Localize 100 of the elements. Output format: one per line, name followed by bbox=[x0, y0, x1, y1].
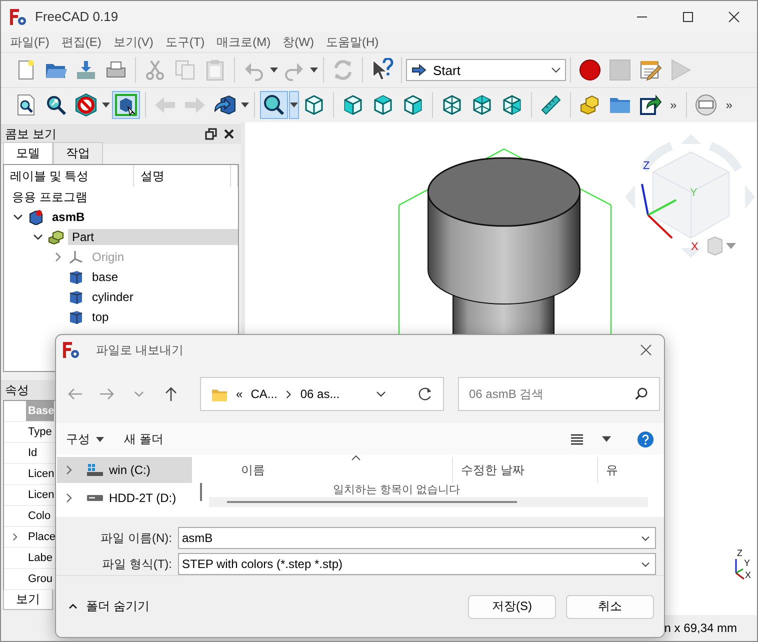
menu-item[interactable]: 매크로(M) bbox=[212, 34, 276, 50]
search-icon[interactable] bbox=[634, 387, 648, 401]
property-name[interactable]: Type bbox=[26, 422, 52, 442]
mini-axis-drawing bbox=[735, 559, 744, 580]
nav-pane-item[interactable]: win (C:) bbox=[57, 457, 192, 483]
close-icon[interactable] bbox=[728, 10, 740, 22]
menu-item[interactable]: 도구(T) bbox=[160, 34, 210, 50]
property-name[interactable]: Licen bbox=[26, 464, 54, 484]
arrow-icon bbox=[411, 64, 427, 76]
no-entry-icon[interactable] bbox=[74, 93, 98, 117]
breadcrumb-item[interactable]: 06 as... bbox=[300, 387, 340, 401]
scrollbar-thumb[interactable] bbox=[227, 501, 517, 503]
column-header: 설명 bbox=[134, 165, 231, 187]
scrollbar-thumb[interactable] bbox=[200, 483, 202, 501]
overflow-chevron[interactable]: » bbox=[665, 98, 682, 112]
property-name[interactable]: Place bbox=[26, 527, 56, 547]
hide-folders-toggle[interactable]: 폴더 숨기기 bbox=[68, 598, 458, 615]
chevron-down-icon[interactable] bbox=[640, 560, 651, 568]
axis-label: X bbox=[691, 241, 698, 253]
panel-title: 속성 bbox=[5, 382, 29, 398]
help-icon[interactable] bbox=[637, 430, 654, 448]
property-name[interactable]: Licen bbox=[26, 485, 54, 505]
tree-item[interactable]: top bbox=[88, 309, 113, 325]
record-icon[interactable] bbox=[578, 58, 602, 82]
close-icon[interactable] bbox=[223, 128, 235, 140]
axis-label: Y bbox=[690, 187, 698, 199]
chevron-right-icon[interactable] bbox=[65, 465, 73, 475]
ruler-icon[interactable] bbox=[539, 93, 563, 117]
column-header[interactable]: 유 bbox=[598, 457, 638, 483]
dialog-button[interactable]: 저장(S) bbox=[468, 594, 556, 618]
column-header[interactable]: 이름 bbox=[209, 457, 453, 483]
solid-cube-icon bbox=[68, 269, 84, 285]
dropdown-caret-button[interactable] bbox=[289, 91, 299, 119]
cube-view-menu-icon[interactable] bbox=[708, 236, 736, 256]
chevron-right-icon[interactable] bbox=[65, 493, 73, 503]
combo-field[interactable]: asmB bbox=[178, 527, 656, 549]
property-name[interactable]: Id bbox=[26, 443, 38, 463]
magnifier-arrow-icon[interactable] bbox=[44, 93, 68, 117]
address-bar[interactable]: « CA... 06 as... bbox=[200, 377, 444, 411]
app-logo-icon bbox=[9, 8, 27, 26]
status-text: n x 69,34 mm bbox=[664, 621, 737, 635]
dropdown-caret-icon bbox=[310, 67, 318, 73]
property-name[interactable]: Grou bbox=[26, 569, 52, 589]
notepad-pencil-icon[interactable] bbox=[638, 58, 662, 82]
dropdown-caret-icon[interactable] bbox=[602, 436, 611, 442]
menu-item[interactable]: 창(W) bbox=[278, 34, 319, 50]
axis-label: X bbox=[745, 570, 752, 580]
combo-field[interactable]: STEP with colors (*.step *.stp) bbox=[178, 553, 656, 575]
field-label: 파일 이름(N): bbox=[100, 530, 172, 546]
axes-icon bbox=[68, 249, 84, 265]
float-panel-icon[interactable] bbox=[205, 128, 217, 140]
organize-menu[interactable]: 구성 bbox=[66, 430, 104, 448]
axis-label: Z bbox=[737, 548, 742, 558]
tree-item[interactable]: base bbox=[88, 269, 122, 285]
cube-selection-icon[interactable] bbox=[114, 93, 138, 117]
dialog-button[interactable]: 취소 bbox=[566, 594, 654, 618]
workbench-dropdown[interactable]: Start bbox=[406, 59, 566, 81]
panel-tab[interactable]: 작업 bbox=[53, 142, 103, 164]
circle-window-icon[interactable] bbox=[694, 93, 718, 117]
column-header: 레이블 및 특성 bbox=[4, 165, 134, 187]
chevron-down-icon[interactable] bbox=[640, 534, 651, 542]
breadcrumb-overflow[interactable]: « bbox=[236, 387, 243, 401]
panel-tab[interactable]: 모델 bbox=[3, 142, 53, 164]
empty-message: 일치하는 항목이 없습니다 bbox=[332, 483, 462, 497]
chevron-right-icon[interactable] bbox=[11, 532, 19, 542]
new-folder-button[interactable]: 새 폴더 bbox=[124, 430, 164, 448]
search-field[interactable]: 06 asmB 검색 bbox=[458, 377, 660, 411]
overflow-chevron[interactable]: » bbox=[720, 98, 738, 112]
nav-pane-item[interactable]: HDD-2T (D:) bbox=[57, 485, 192, 511]
zoom-icon[interactable] bbox=[262, 93, 286, 117]
column-header[interactable]: 수정한 날짜 bbox=[453, 457, 598, 483]
cursor-help-icon[interactable] bbox=[370, 58, 394, 82]
panel-tab[interactable]: 보기 bbox=[3, 590, 53, 610]
property-name[interactable]: Colo bbox=[26, 506, 51, 526]
cube-arrow-icon[interactable] bbox=[213, 93, 237, 117]
solid-cube-icon bbox=[68, 309, 84, 325]
document-icon bbox=[28, 209, 44, 225]
property-name[interactable]: Labe bbox=[26, 548, 52, 568]
axis-triad-drawing bbox=[641, 184, 676, 239]
field-label: 파일 형식(T): bbox=[102, 556, 172, 572]
refresh-icon[interactable] bbox=[417, 386, 433, 402]
menu-item[interactable]: 파일(F) bbox=[5, 34, 54, 50]
sort-caret-icon bbox=[351, 455, 361, 461]
menu-item[interactable]: 편집(E) bbox=[56, 34, 106, 50]
tree-item[interactable]: cylinder bbox=[88, 289, 138, 305]
menu-item[interactable]: 보기(V) bbox=[108, 34, 158, 50]
chevron-down-icon[interactable] bbox=[375, 390, 387, 398]
tree-item[interactable]: asmB bbox=[48, 209, 89, 225]
menu-item[interactable]: 도움말(H) bbox=[320, 34, 384, 50]
close-icon[interactable] bbox=[640, 344, 652, 356]
tray-arrow-icon[interactable] bbox=[74, 58, 98, 82]
dropdown-caret-icon bbox=[241, 102, 249, 108]
maximize-icon[interactable] bbox=[682, 10, 694, 22]
window-title: FreeCAD 0.19 bbox=[35, 9, 120, 24]
breadcrumb-item[interactable]: CA... bbox=[250, 387, 278, 401]
dialog-title: 파일로 내보내기 bbox=[96, 342, 184, 358]
export-arrow-icon[interactable] bbox=[638, 93, 662, 117]
view-options-icon[interactable] bbox=[570, 432, 584, 446]
tree-item[interactable]: Part bbox=[68, 229, 238, 245]
chevron-right-icon bbox=[285, 390, 292, 398]
